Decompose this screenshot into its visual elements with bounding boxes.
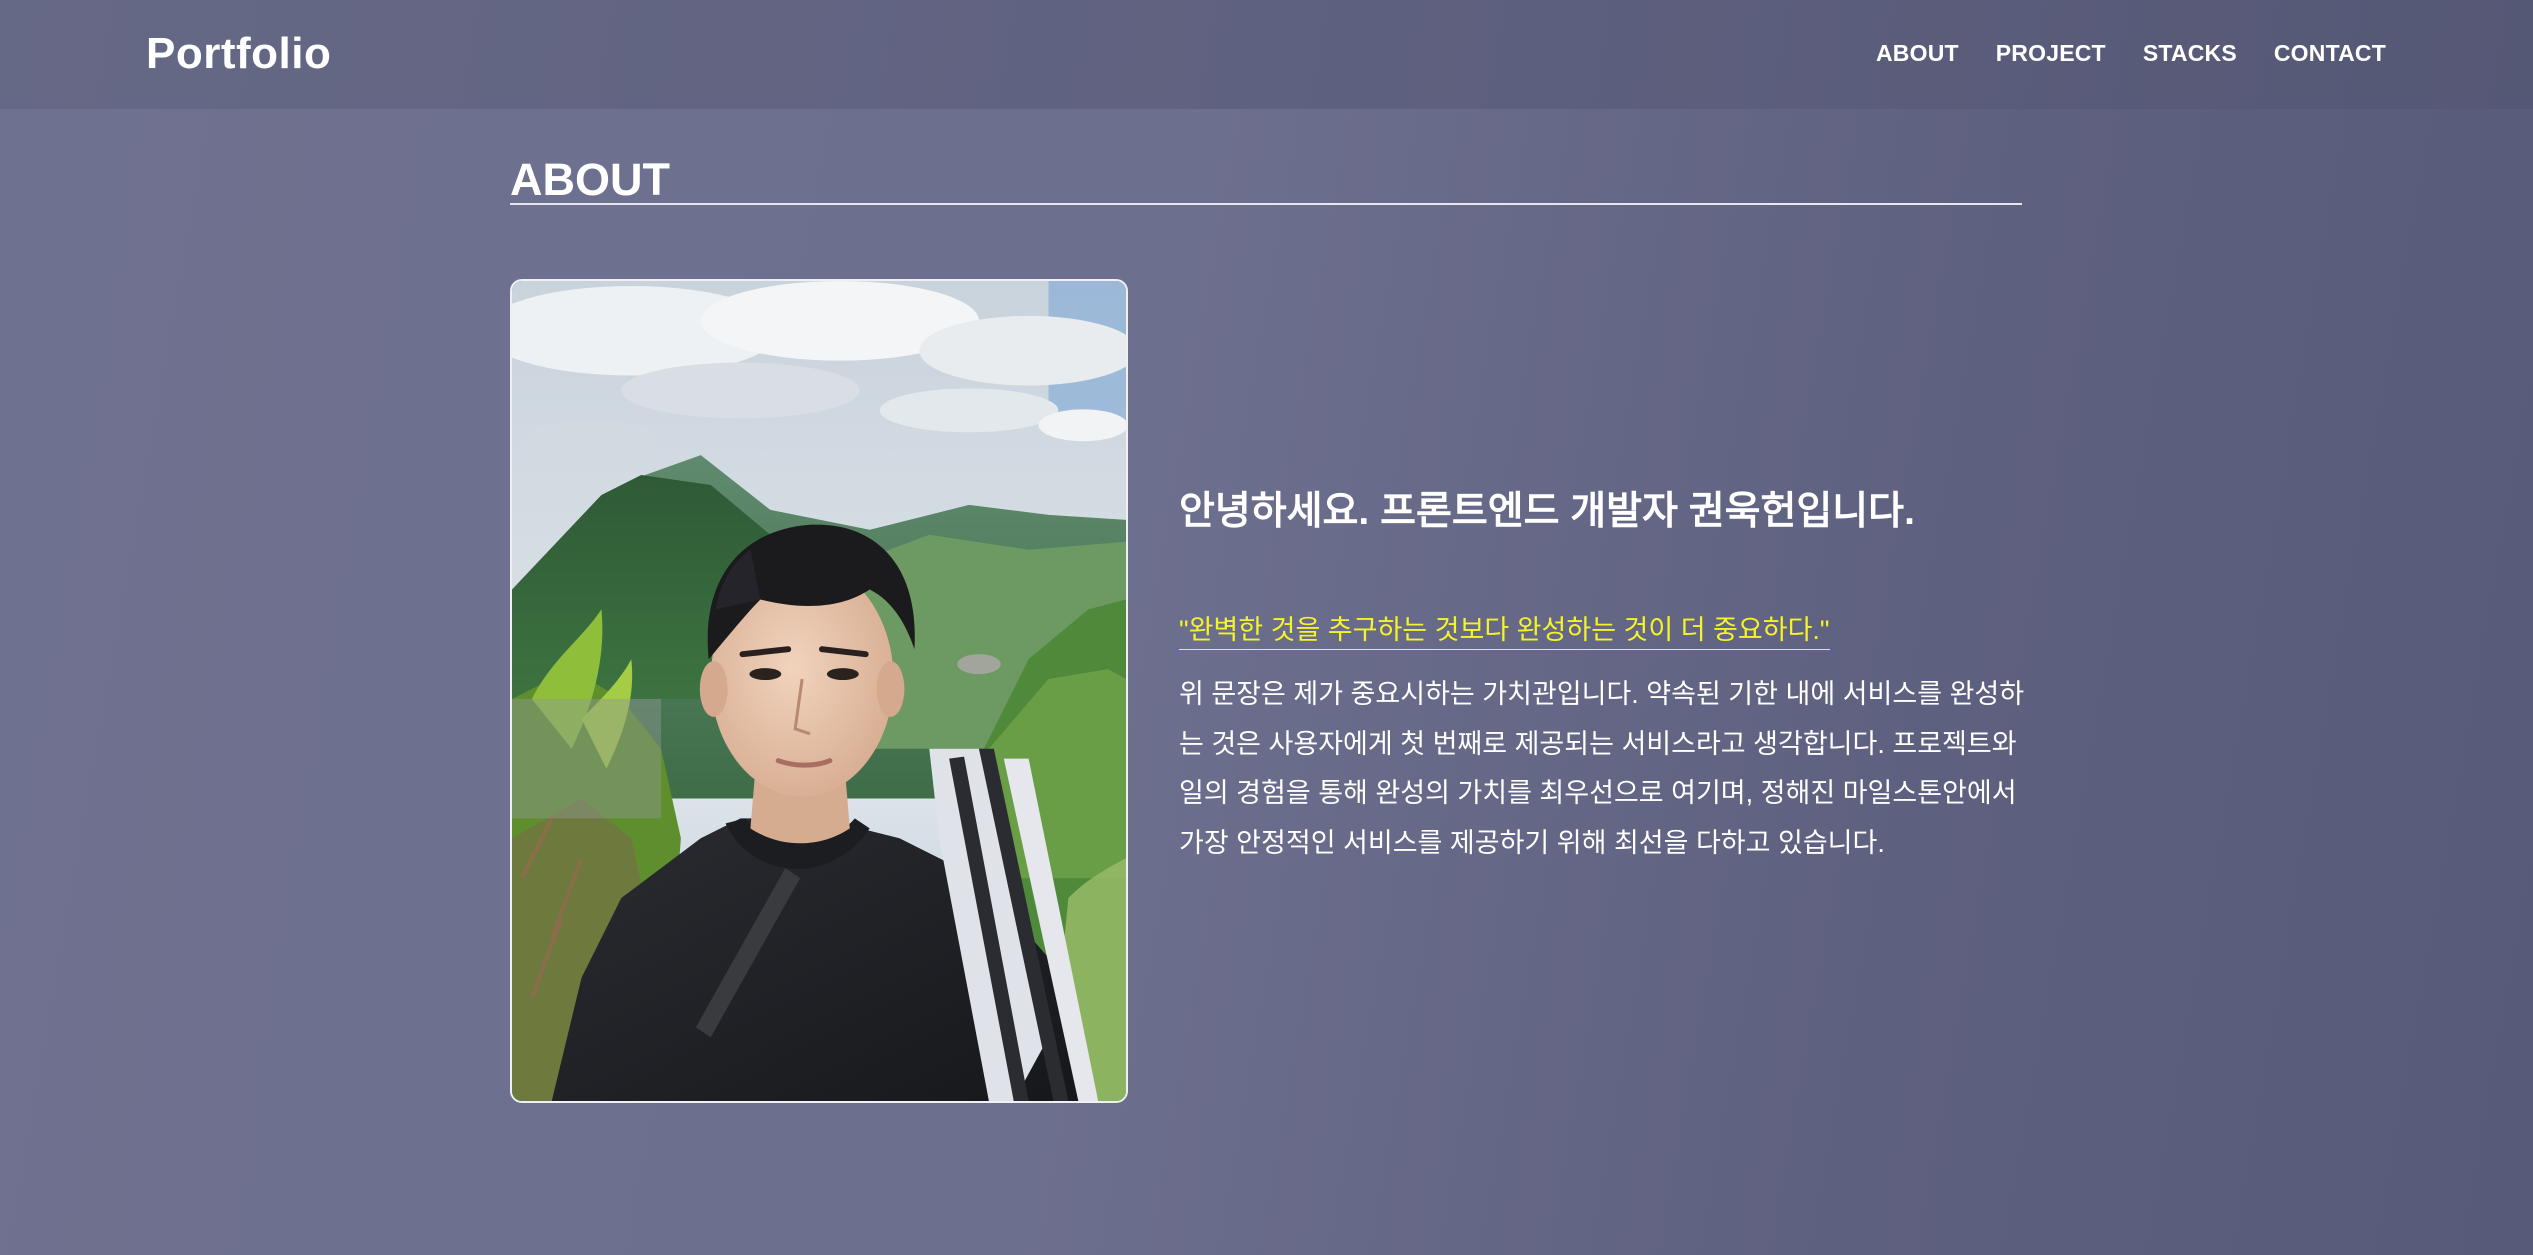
- main-nav: ABOUT PROJECT STACKS CONTACT: [1876, 38, 2386, 68]
- profile-photo-image: [512, 281, 1126, 1101]
- profile-photo: [510, 279, 1128, 1103]
- nav-link-about[interactable]: ABOUT: [1876, 38, 1959, 68]
- intro-heading: 안녕하세요. 프론트엔드 개발자 권욱헌입니다.: [1179, 490, 1915, 533]
- section-title: ABOUT: [510, 154, 670, 205]
- top-navbar: Portfolio ABOUT PROJECT STACKS CONTACT: [0, 0, 2533, 109]
- motto-quote: "완벽한 것을 추구하는 것보다 완성하는 것이 더 중요하다.": [1179, 611, 1830, 650]
- nav-link-contact[interactable]: CONTACT: [2274, 38, 2386, 68]
- intro-body: 위 문장은 제가 중요시하는 가치관입니다. 약속된 기한 내에 서비스를 완성…: [1179, 679, 2025, 858]
- nav-link-stacks[interactable]: STACKS: [2143, 38, 2237, 68]
- section-divider: [510, 203, 2022, 205]
- nav-link-project[interactable]: PROJECT: [1996, 38, 2106, 68]
- brand-logo[interactable]: Portfolio: [146, 26, 331, 82]
